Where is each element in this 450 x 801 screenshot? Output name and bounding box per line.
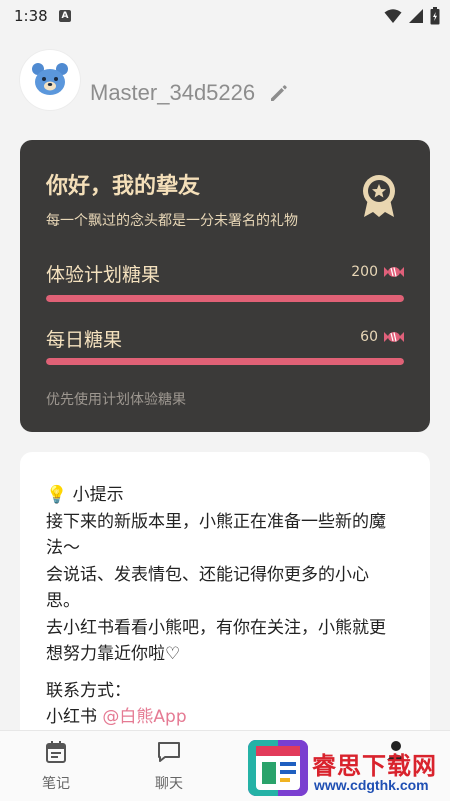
tips-line: 法～ xyxy=(46,538,80,558)
daily-candy-progress-bar xyxy=(46,358,404,365)
wifi-icon xyxy=(384,9,402,23)
chat-bubble-icon xyxy=(158,742,180,762)
status-time: 1:38 xyxy=(14,7,48,25)
greeting-subtitle: 每一个飘过的念头都是一分未署名的礼物 xyxy=(46,213,298,229)
watermark-title: 睿思下载网 xyxy=(312,752,437,780)
trial-candy-progress-bar xyxy=(46,295,404,302)
daily-candy-count: 60 xyxy=(360,329,378,345)
tips-card: 💡 小提示 接下来的新版本里，小熊正在准备一些新的魔 法～ 会说话、发表情包、还… xyxy=(20,452,430,742)
site-watermark: 睿思下载网 www.cdgthk.com xyxy=(248,734,450,800)
bear-avatar-icon xyxy=(32,63,68,95)
tips-spacer xyxy=(46,668,406,678)
candy-icon xyxy=(384,332,404,342)
contact-handle-link[interactable]: @白熊App xyxy=(102,707,186,727)
profile-header: Master_34d5226 xyxy=(20,50,430,110)
watermark-logo-icon xyxy=(248,740,308,796)
calendar-notes-icon xyxy=(46,741,66,763)
avatar[interactable] xyxy=(20,50,80,110)
trial-candy-label: 体验计划糖果 xyxy=(46,264,161,286)
nav-item-chat[interactable]: 聊天 xyxy=(139,739,199,793)
status-bar: 1:38 A xyxy=(0,0,450,32)
greeting-title: 你好，我的挚友 xyxy=(46,174,201,199)
trial-candy-progress-fill xyxy=(46,295,404,302)
candy-icon xyxy=(384,267,404,277)
tips-title: 💡 小提示 xyxy=(46,485,124,505)
tips-line: 去小红书看看小熊吧，有你在关注，小熊就更 xyxy=(46,617,386,638)
trial-candy-value: 200 xyxy=(351,264,404,280)
contact-heading: 联系方式： xyxy=(46,680,131,701)
status-icons xyxy=(384,7,440,25)
daily-candy-label: 每日糖果 xyxy=(46,329,123,351)
username: Master_34d5226 xyxy=(90,80,256,105)
greeting-card: 你好，我的挚友 每一个飘过的念头都是一分未署名的礼物 体验计划糖果 200 每日… xyxy=(20,140,430,432)
watermark-url: www.cdgthk.com xyxy=(314,777,429,793)
contact-platform: 小红书 xyxy=(46,707,97,727)
tips-line: 思。 xyxy=(46,591,80,611)
tips-line: 接下来的新版本里，小熊正在准备一些新的魔 xyxy=(46,511,386,532)
nav-item-notes[interactable]: 笔记 xyxy=(26,739,86,793)
tips-body: 💡 小提示 接下来的新版本里，小熊正在准备一些新的魔 法～ 会说话、发表情包、还… xyxy=(46,482,406,731)
tips-line: 会说话、发表情包、还能记得你更多的小心 xyxy=(46,564,369,585)
award-badge-icon xyxy=(363,175,395,217)
notification-a-icon: A xyxy=(59,10,71,22)
nav-label-chat: 聊天 xyxy=(155,776,183,792)
cell-signal-icon xyxy=(409,9,423,23)
candy-priority-note: 优先使用计划体验糖果 xyxy=(46,392,186,408)
trial-candy-count: 200 xyxy=(351,264,378,280)
edit-pencil-icon[interactable] xyxy=(268,82,290,104)
contact-line: 小红书 @白熊App xyxy=(46,704,406,731)
nav-label-notes: 笔记 xyxy=(42,776,70,792)
tips-line: 想努力靠近你啦♡ xyxy=(46,644,181,664)
battery-icon xyxy=(430,7,440,25)
daily-candy-progress-fill xyxy=(46,358,404,365)
daily-candy-value: 60 xyxy=(360,329,404,345)
